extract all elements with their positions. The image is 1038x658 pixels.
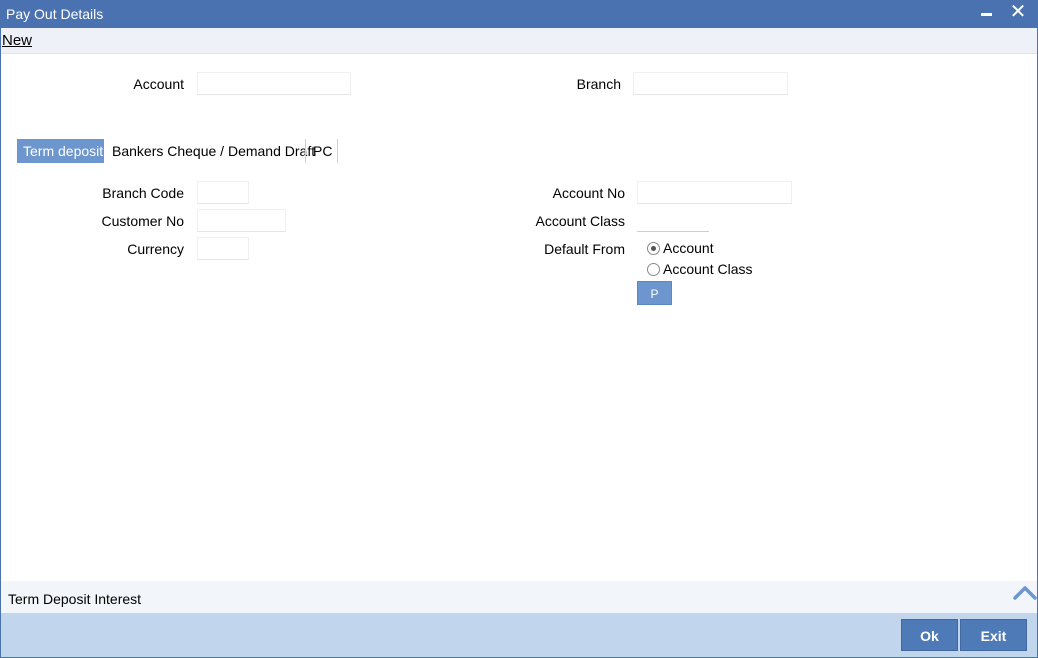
p-button[interactable]: P [637, 281, 672, 305]
window-title: Pay Out Details [6, 6, 104, 22]
currency-input[interactable] [197, 237, 249, 260]
branch-code-label: Branch Code [102, 185, 184, 201]
term-deposit-interest-label: Term Deposit Interest [8, 591, 142, 607]
branch-input[interactable] [633, 72, 788, 95]
radio-button-selected[interactable] [647, 242, 660, 255]
tab-divider [305, 139, 306, 163]
default-from-label: Default From [544, 241, 625, 257]
minimize-icon[interactable] [981, 13, 992, 16]
footer-bar: Ok Exit [1, 613, 1037, 657]
account-no-input[interactable] [637, 181, 792, 204]
menu-bar: New [1, 28, 1037, 54]
title-bar: Pay Out Details ✕ [1, 1, 1037, 28]
branch-code-input[interactable] [197, 181, 249, 204]
branch-label: Branch [576, 76, 621, 92]
ok-button[interactable]: Ok [901, 619, 958, 651]
tab-bankers-cheque-demand-draft[interactable]: Bankers Cheque / Demand Draft [106, 139, 321, 163]
account-class-label: Account Class [535, 213, 625, 229]
pay-out-details-window: Pay Out Details ✕ New Account Branch Ter… [0, 0, 1038, 658]
term-deposit-interest-bar[interactable]: Term Deposit Interest [1, 581, 1037, 613]
tab-divider [337, 139, 338, 163]
account-no-label: Account No [552, 185, 625, 201]
radio-dot [651, 246, 656, 251]
radio-label-account-class: Account Class [663, 261, 753, 277]
chevron-up-icon[interactable] [1013, 582, 1037, 604]
exit-button[interactable]: Exit [960, 619, 1027, 651]
account-input[interactable] [197, 72, 351, 95]
tab-pc[interactable]: PC [307, 139, 338, 163]
customer-no-label: Customer No [101, 213, 184, 229]
account-label: Account [133, 76, 184, 92]
radio-label-account: Account [663, 240, 714, 256]
customer-no-input[interactable] [197, 209, 286, 232]
currency-label: Currency [127, 241, 184, 257]
account-class-input[interactable] [637, 209, 709, 232]
tab-term-deposit[interactable]: Term deposit [17, 139, 104, 163]
radio-button[interactable] [647, 263, 660, 276]
new-link[interactable]: New [2, 32, 32, 49]
close-icon[interactable]: ✕ [1008, 2, 1028, 22]
